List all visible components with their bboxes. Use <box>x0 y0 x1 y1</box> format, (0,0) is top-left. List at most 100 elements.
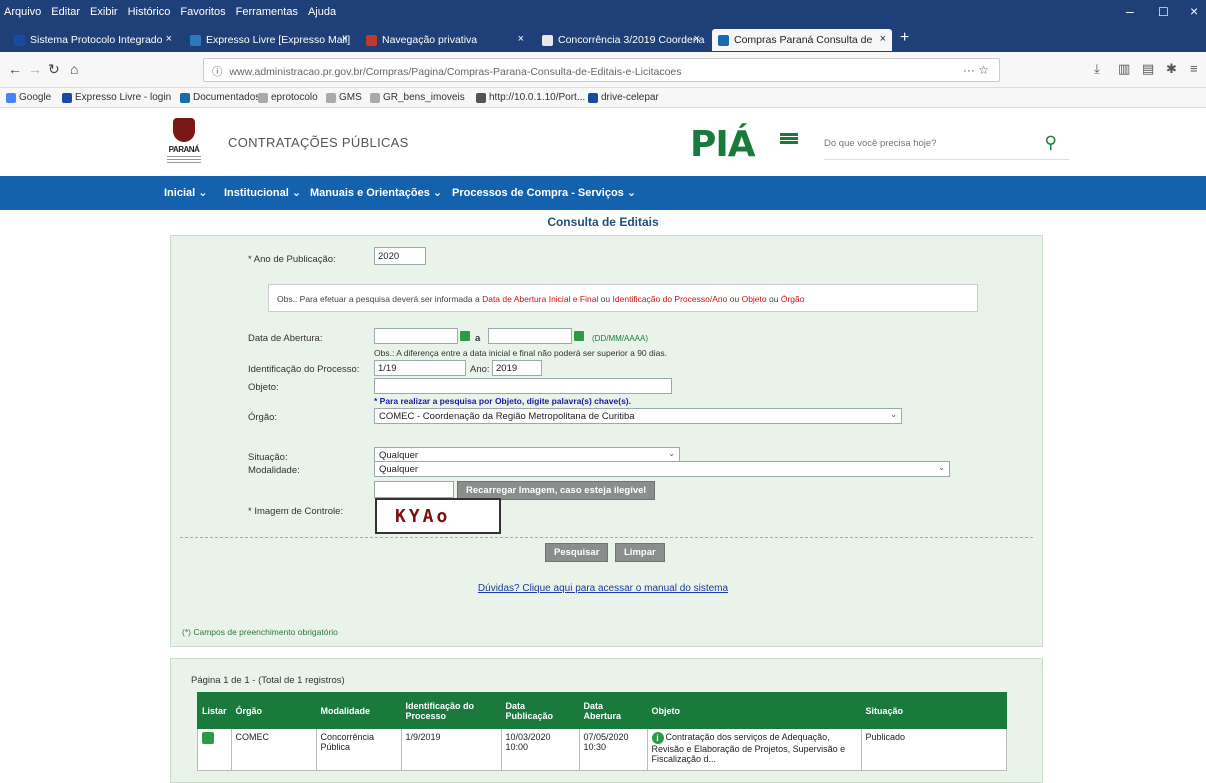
info-icon[interactable]: i <box>651 732 664 744</box>
site-search-input[interactable] <box>824 138 1024 149</box>
nav-inicial[interactable]: Inicial ⌄ <box>164 186 207 199</box>
pia-tagline-graphic <box>780 133 816 145</box>
bookmark-eprotocolo[interactable]: eprotocolo <box>258 92 318 103</box>
tab-label: Expresso Livre [Expresso Mail] <box>206 34 351 46</box>
extension-icon[interactable]: ✱ <box>1166 61 1177 77</box>
menu-item[interactable]: Ajuda <box>308 6 336 18</box>
crest-word: PARANÁ <box>168 145 200 154</box>
obs-text: ou <box>729 294 740 304</box>
obs-highlight: Objeto <box>741 294 767 304</box>
calendar-icon[interactable] <box>460 331 470 341</box>
bookmark-expresso[interactable]: Expresso Livre - login <box>62 92 171 103</box>
tab-favicon-icon <box>190 34 201 46</box>
manual-link[interactable]: Dúvidas? Clique aqui para acessar o manu… <box>0 583 1206 594</box>
close-tab-icon[interactable]: × <box>880 33 886 45</box>
menu-item[interactable]: Ferramentas <box>236 6 298 18</box>
list-document-icon[interactable] <box>202 732 214 744</box>
bookmark-portal[interactable]: http://10.0.1.10/Port... <box>476 92 585 103</box>
shield-icon <box>173 118 195 142</box>
modalidade-select[interactable]: Qualquer ⌄ <box>374 461 950 477</box>
pia-logo[interactable]: PIÁ <box>690 124 756 165</box>
menu-item[interactable]: Exibir <box>90 6 118 18</box>
maximize-icon[interactable]: ☐ <box>1158 5 1169 19</box>
sidebar-icon[interactable]: ▤ <box>1142 61 1154 77</box>
obs-highlight: Identificação do Processo/Ano <box>612 294 728 304</box>
menu-item[interactable]: Editar <box>51 6 80 18</box>
obs-text: ou <box>600 294 611 304</box>
required-fields-note: (*) Campos de preenchimento obrigatório <box>182 627 338 637</box>
forward-icon[interactable]: → <box>28 61 42 77</box>
situacao-selected: Qualquer <box>379 450 419 461</box>
modalidade-label: Modalidade: <box>248 465 300 476</box>
captcha-text: KYAo <box>395 506 451 527</box>
back-icon[interactable]: ← <box>8 61 22 77</box>
bookmark-google[interactable]: Google <box>6 92 51 103</box>
bookmarks-bar: Google Expresso Livre - login Documentad… <box>0 88 1206 108</box>
downloads-icon[interactable]: ⤓ <box>1094 61 1100 77</box>
nav-label: Processos de Compra - Serviços <box>452 187 624 199</box>
captcha-input[interactable] <box>374 481 454 498</box>
cell-situacao: Publicado <box>860 728 1008 771</box>
col-listar: Listar <box>197 692 232 729</box>
close-tab-icon[interactable]: × <box>342 33 348 45</box>
ano-processo-input[interactable] <box>492 360 542 376</box>
menu-item[interactable]: Favoritos <box>180 6 225 18</box>
close-window-icon[interactable]: × <box>1190 3 1198 19</box>
data-inicial-input[interactable] <box>374 328 458 344</box>
bookmark-star-icon[interactable]: ··· ☆ <box>963 63 989 77</box>
data-final-input[interactable] <box>488 328 572 344</box>
globe-icon <box>326 92 336 103</box>
ident-processo-input[interactable] <box>374 360 466 376</box>
menu-list: Arquivo Editar Exibir Histórico Favoritos Fer… <box>4 6 336 18</box>
menu-hamburger-icon[interactable]: ≡ <box>1190 61 1198 76</box>
search-icon[interactable]: ⚲ <box>1045 133 1057 153</box>
captcha-image: KYAo <box>375 498 501 534</box>
search-button[interactable]: Pesquisar <box>545 543 609 562</box>
obs-highlight: Data de Abertura Inicial e Final <box>482 294 599 304</box>
bookmark-gms[interactable]: GMS <box>326 92 362 103</box>
nav-institucional[interactable]: Institucional ⌄ <box>224 186 301 199</box>
home-icon[interactable]: ⌂ <box>70 61 78 77</box>
tab-1[interactable]: Expresso Livre [Expresso Mail] × <box>184 29 354 51</box>
data-abertura-label: Data de Abertura: <box>248 333 323 344</box>
ano-publicacao-input[interactable] <box>374 247 426 265</box>
nav-processos[interactable]: Processos de Compra - Serviços ⌄ <box>452 186 636 199</box>
tab-2[interactable]: Navegação privativa × <box>360 29 530 51</box>
close-tab-icon[interactable]: × <box>166 33 172 45</box>
site-nav: Inicial ⌄ Institucional ⌄ Manuais e Orie… <box>0 176 1206 210</box>
chevron-down-icon: ⌄ <box>890 410 897 419</box>
bookmark-documentados[interactable]: Documentados <box>180 92 260 103</box>
reload-icon[interactable]: ↻ <box>48 61 60 78</box>
obs-text: ou <box>769 294 779 304</box>
library-icon[interactable]: ▥ <box>1118 61 1130 77</box>
col-modalidade: Modalidade <box>315 692 402 729</box>
tab-favicon-icon <box>14 34 25 46</box>
nav-manuais[interactable]: Manuais e Orientações ⌄ <box>310 186 442 199</box>
objeto-input[interactable] <box>374 378 672 394</box>
tab-3[interactable]: Concorrência 3/2019 Coordena × <box>536 29 706 51</box>
address-bar[interactable]: ⓘ www.administracao.pr.gov.br/Compras/Pa… <box>203 58 1000 82</box>
calendar-icon[interactable] <box>574 331 584 341</box>
menu-item[interactable]: Arquivo <box>4 6 41 18</box>
new-tab-icon[interactable]: + <box>900 29 909 47</box>
bookmark-gr-bens[interactable]: GR_bens_imoveis <box>370 92 465 103</box>
col-orgao: Órgão <box>230 692 317 729</box>
results-table: Listar Órgão Modalidade Identificação do… <box>197 692 1008 771</box>
close-tab-icon[interactable]: × <box>518 33 524 45</box>
table-row: COMEC Concorrência Pública 1/9/2019 10/0… <box>197 728 1008 771</box>
minimize-icon[interactable]: – <box>1126 3 1134 19</box>
bookmark-drive[interactable]: drive-celepar <box>588 92 659 103</box>
menu-item[interactable]: Histórico <box>128 6 171 18</box>
parana-crest-logo[interactable]: PARANÁ <box>165 118 203 166</box>
bookmark-label: Expresso Livre - login <box>75 92 172 103</box>
cell-listar <box>197 728 232 771</box>
close-tab-icon[interactable]: × <box>694 33 700 45</box>
bookmark-label: GR_bens_imoveis <box>383 92 465 103</box>
tab-0[interactable]: Sistema Protocolo Integrado × <box>8 29 178 51</box>
manual-link-text: Dúvidas? Clique aqui para acessar o manu… <box>477 583 729 594</box>
clear-button[interactable]: Limpar <box>615 543 665 562</box>
tab-favicon-icon <box>366 34 377 46</box>
orgao-select[interactable]: COMEC - Coordenação da Região Metropolit… <box>374 408 902 424</box>
tab-4-active[interactable]: Compras Paraná Consulta de × <box>712 29 892 51</box>
cell-objeto: i Contratação dos serviços de Adequação, … <box>646 728 862 771</box>
